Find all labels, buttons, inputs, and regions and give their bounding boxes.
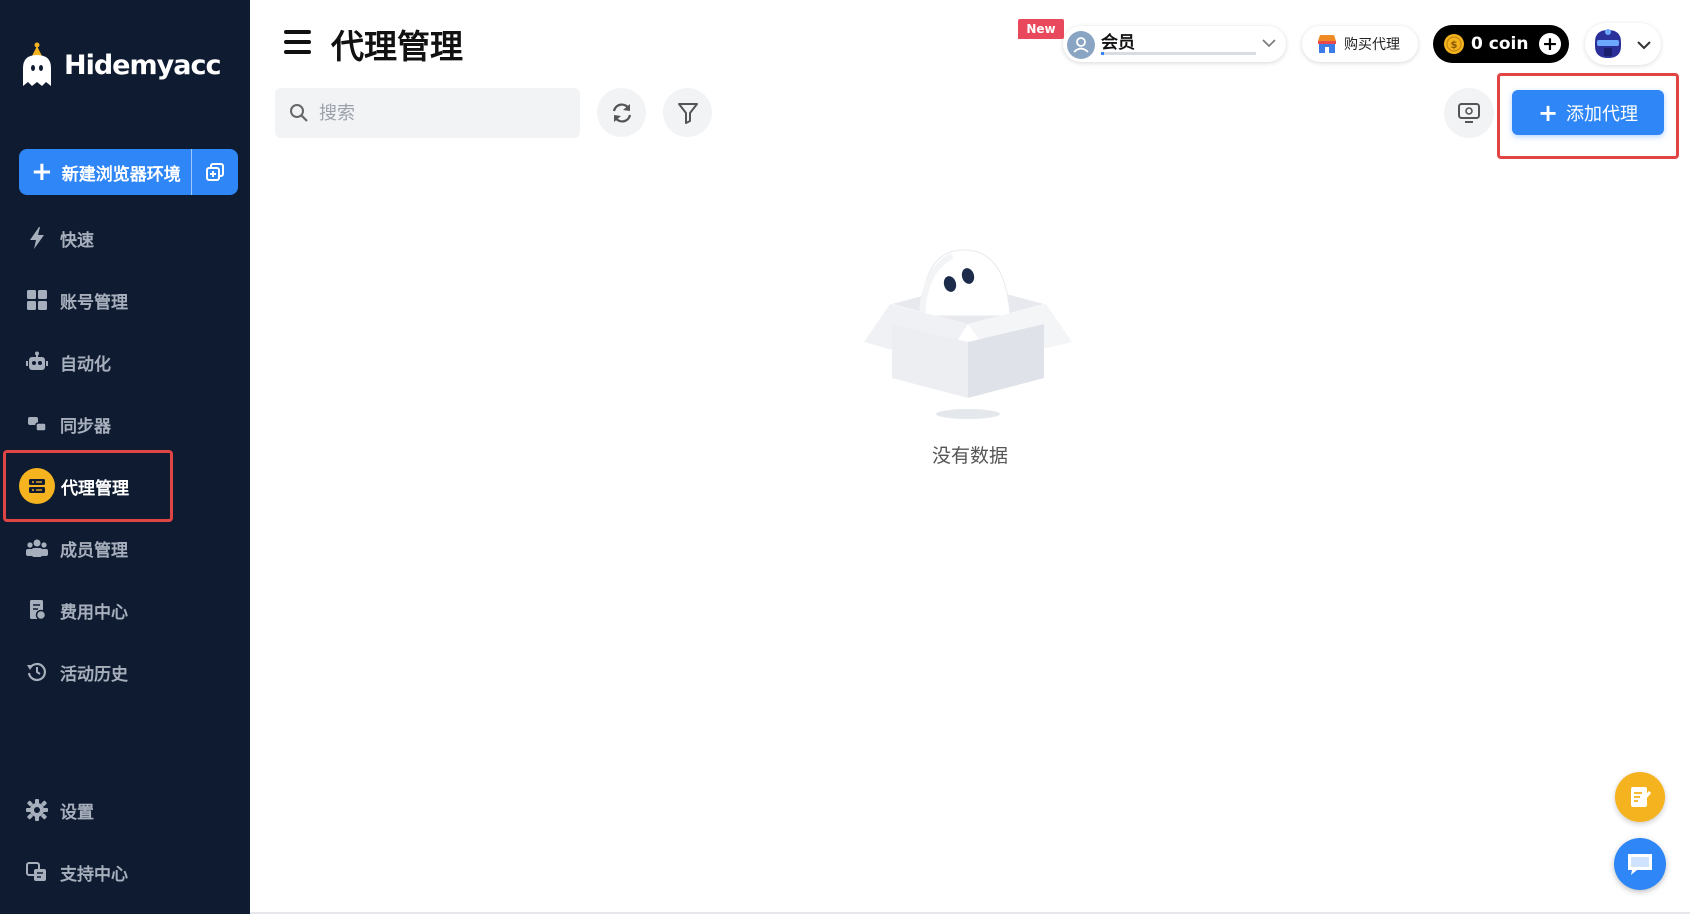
- billing-icon: [24, 597, 50, 623]
- membership-dropdown[interactable]: 会员: [1063, 26, 1286, 62]
- note-icon: [1631, 787, 1652, 807]
- robot-icon: [24, 349, 50, 375]
- sidebar-item-label: 费用中心: [60, 602, 128, 623]
- sidebar-item-label: 自动化: [60, 354, 111, 375]
- plus-icon: +: [31, 157, 53, 187]
- app-logo[interactable]: Hidemyacc: [20, 42, 221, 88]
- team-icon: [24, 535, 50, 561]
- sidebar-item-quick[interactable]: 快速: [24, 220, 94, 256]
- support-icon: [24, 859, 50, 885]
- empty-box-ghost-icon: [864, 249, 1072, 419]
- refresh-button[interactable]: [597, 88, 646, 137]
- filter-button[interactable]: [663, 88, 712, 137]
- highlight-box-nav: [3, 450, 173, 522]
- sidebar-item-members[interactable]: 成员管理: [24, 530, 128, 566]
- search-box[interactable]: [275, 88, 580, 138]
- sidebar-item-label: 支持中心: [60, 864, 128, 885]
- sidebar-item-billing[interactable]: 费用中心: [24, 592, 128, 628]
- sidebar-item-label: 活动历史: [60, 664, 128, 685]
- coin-balance[interactable]: $ 0 coin +: [1433, 25, 1569, 63]
- sidebar-item-label: 快速: [60, 230, 94, 251]
- sidebar-item-automation[interactable]: 自动化: [24, 344, 111, 380]
- buy-proxy-label: 购买代理: [1344, 37, 1400, 53]
- sync-icon: [24, 411, 50, 437]
- svg-text:$: $: [1451, 40, 1458, 51]
- new-browser-env-button[interactable]: + 新建浏览器环境: [19, 149, 238, 195]
- sidebar: Hidemyacc + 新建浏览器环境 快速 账号管理 自动化 同步器 代理管理…: [0, 0, 250, 914]
- chat-support-button[interactable]: [1614, 838, 1666, 890]
- sidebar-item-label: 设置: [60, 802, 94, 823]
- sidebar-item-synchronizer[interactable]: 同步器: [24, 406, 111, 442]
- sidebar-item-label: 账号管理: [60, 292, 128, 313]
- chevron-down-icon: [1262, 39, 1276, 48]
- new-env-main-area[interactable]: + 新建浏览器环境: [19, 149, 192, 195]
- add-coin-button[interactable]: +: [1539, 33, 1561, 55]
- membership-label: 会员: [1101, 33, 1135, 53]
- page-title: 代理管理: [331, 27, 463, 66]
- menu-toggle-button[interactable]: [284, 30, 311, 54]
- user-avatar-icon: [1067, 31, 1095, 59]
- search-icon: [290, 104, 308, 122]
- ghost-logo-icon: [20, 42, 56, 88]
- filter-icon: [677, 102, 698, 124]
- gear-icon: [24, 797, 50, 823]
- grid-icon: [24, 287, 50, 313]
- search-input[interactable]: [319, 102, 569, 124]
- sidebar-item-accounts[interactable]: 账号管理: [24, 282, 128, 318]
- account-menu[interactable]: [1585, 23, 1661, 65]
- chevron-down-icon: [1637, 41, 1651, 50]
- empty-state-text: 没有数据: [931, 445, 1008, 467]
- highlight-box-add-proxy: [1497, 73, 1679, 159]
- membership-progress-fill: [1101, 52, 1105, 55]
- sidebar-item-label: 成员管理: [60, 540, 128, 561]
- lightning-icon: [24, 225, 50, 251]
- copy-icon: [206, 163, 224, 181]
- sidebar-item-activity-history[interactable]: 活动历史: [24, 654, 128, 690]
- logo-text: Hidemyacc: [64, 49, 221, 81]
- hamburger-icon: [284, 30, 311, 34]
- chat-icon: [1628, 854, 1652, 875]
- coin-label: 0 coin: [1471, 34, 1529, 54]
- monitor-icon: [1458, 103, 1480, 123]
- shop-icon: [1318, 35, 1336, 53]
- account-avatar-icon: [1595, 29, 1621, 58]
- proxy-check-button[interactable]: [1444, 88, 1494, 138]
- membership-progress-bar: [1101, 52, 1256, 55]
- new-env-label: 新建浏览器环境: [61, 164, 181, 185]
- new-badge: New: [1018, 19, 1064, 39]
- sidebar-item-support[interactable]: 支持中心: [24, 854, 128, 890]
- coin-icon: $: [1444, 34, 1464, 54]
- refresh-icon: [612, 102, 631, 123]
- buy-proxy-button[interactable]: 购买代理: [1302, 26, 1418, 62]
- batch-create-button[interactable]: [192, 149, 238, 195]
- sidebar-item-label: 同步器: [60, 416, 111, 437]
- feedback-button[interactable]: [1615, 772, 1665, 822]
- sidebar-item-settings[interactable]: 设置: [24, 792, 94, 828]
- history-icon: [24, 659, 50, 685]
